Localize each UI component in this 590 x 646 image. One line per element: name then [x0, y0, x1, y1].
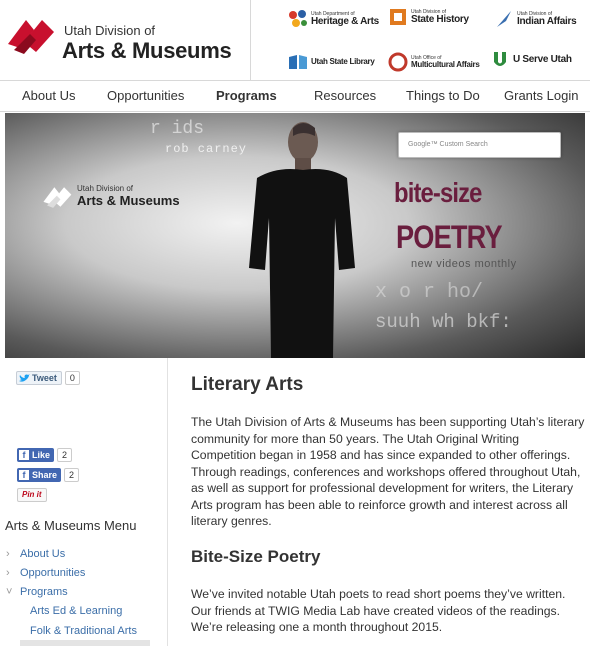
- site-logo[interactable]: Utah Division of Arts & Museums: [4, 10, 248, 70]
- site-header: Utah Division of Arts & Museums Utah Dep…: [0, 0, 590, 80]
- nav-opportunities[interactable]: Opportunities: [107, 88, 184, 103]
- facebook-icon: f: [19, 450, 29, 460]
- poet-silhouette: [249, 122, 355, 358]
- intro-paragraph: The Utah Division of Arts & Museums has …: [191, 415, 585, 528]
- sidebar-item-about-us[interactable]: › About Us: [6, 548, 65, 560]
- banner-tagline: new videos monthly: [411, 258, 517, 270]
- partner-userve-link[interactable]: U Serve Utah: [490, 49, 572, 71]
- chevron-right-icon: ›: [6, 567, 10, 579]
- partner-state-history-link[interactable]: Utah Division of State History: [388, 6, 469, 28]
- facebook-like-widget: f Like 2: [17, 448, 73, 462]
- poet-name: rob carney: [165, 142, 248, 156]
- facebook-share-widget: f Share 2: [17, 468, 80, 482]
- chevron-down-icon: ˅: [6, 586, 13, 598]
- banner-logo-subtitle: Utah Division of: [77, 184, 134, 193]
- decorative-letters: suuh wh bkf:: [375, 311, 512, 333]
- decorative-letters: x o r ho/: [375, 281, 484, 304]
- main-nav: About Us Opportunities Programs Resource…: [0, 80, 590, 112]
- sidebar-item-programs[interactable]: ˅ Programs: [6, 586, 68, 598]
- partner-name: State History: [411, 13, 469, 25]
- nav-resources[interactable]: Resources: [314, 88, 376, 103]
- state-history-icon: [390, 9, 406, 25]
- partner-name: Multicultural Affairs: [411, 59, 480, 69]
- banner-logo-mark-icon: [43, 187, 72, 208]
- heritage-arts-icon: [289, 10, 307, 27]
- partner-name: Indian Affairs: [517, 15, 577, 27]
- partner-name: Utah State Library: [311, 57, 375, 66]
- left-sidebar: Tweet 0 f Like 2 f Share 2 Pin it Arts & M…: [0, 358, 168, 646]
- like-label: Like: [32, 450, 51, 460]
- nav-programs[interactable]: Programs: [216, 88, 277, 103]
- search-placeholder: Google™ Custom Search: [408, 141, 488, 148]
- share-label: Share: [32, 470, 58, 480]
- active-item-highlight: [20, 640, 150, 646]
- sidebar-item-label: Opportunities: [20, 567, 86, 579]
- nav-grants-login[interactable]: Grants Login: [504, 88, 578, 103]
- book-icon: [289, 55, 307, 69]
- logo-title: Arts & Museums: [62, 38, 232, 63]
- nav-things-to-do[interactable]: Things to Do: [406, 88, 480, 103]
- feather-icon: [497, 11, 511, 27]
- tweet-count: 0: [64, 371, 80, 385]
- banner-title-line2: POETRY: [396, 219, 503, 255]
- partner-state-library-link[interactable]: Utah State Library: [288, 51, 375, 73]
- multicultural-icon: [388, 52, 408, 72]
- tweet-label: Tweet: [32, 373, 57, 383]
- banner-logo-title: Arts & Museums: [77, 193, 180, 208]
- twitter-bird-icon: [19, 373, 30, 382]
- sidebar-menu-title: Arts & Museums Menu: [5, 518, 137, 533]
- section-paragraph: We’ve invited notable Utah poets to read…: [191, 587, 566, 634]
- logo-subtitle: Utah Division of: [64, 23, 156, 38]
- banner-title-line1: bite-size: [394, 177, 482, 208]
- partner-multicultural-link[interactable]: Utah Office of Multicultural Affairs: [388, 51, 480, 73]
- partner-indian-affairs-link[interactable]: Utah Division of Indian Affairs: [494, 8, 577, 30]
- logo-mark-icon: [8, 20, 54, 54]
- partner-name: U Serve Utah: [513, 54, 572, 65]
- partner-name: Heritage & Arts: [311, 15, 379, 27]
- nav-about-us[interactable]: About Us: [22, 88, 75, 103]
- userve-icon: [494, 52, 506, 66]
- sidebar-subitem-arts-ed[interactable]: Arts Ed & Learning: [30, 605, 122, 617]
- facebook-icon: f: [19, 470, 29, 480]
- tweet-button[interactable]: Tweet: [16, 371, 62, 385]
- custom-search-input[interactable]: Google™ Custom Search: [398, 132, 561, 158]
- sidebar-item-opportunities[interactable]: › Opportunities: [6, 567, 85, 579]
- page-title: Literary Arts: [191, 374, 304, 395]
- hero-banner[interactable]: r ids x o r ho/ suuh wh bkf: rob carney …: [5, 113, 585, 358]
- pinterest-pin-button[interactable]: Pin it: [17, 488, 47, 502]
- partner-heritage-arts-link[interactable]: Utah Department of Heritage & Arts: [288, 8, 379, 30]
- sidebar-item-label: Programs: [20, 586, 68, 598]
- tweet-widget: Tweet 0: [16, 371, 80, 385]
- header-divider: [250, 0, 251, 80]
- section-heading: Bite-Size Poetry: [191, 547, 321, 566]
- main-content: Literary Arts The Utah Division of Arts …: [191, 358, 586, 646]
- decorative-letters: r ids: [150, 119, 205, 139]
- facebook-like-button[interactable]: f Like: [17, 448, 55, 462]
- sidebar-subitem-folk-arts[interactable]: Folk & Traditional Arts: [30, 625, 137, 637]
- share-count: 2: [64, 468, 80, 482]
- facebook-share-button[interactable]: f Share: [17, 468, 62, 482]
- sidebar-item-label: About Us: [20, 548, 66, 560]
- chevron-right-icon: ›: [6, 548, 10, 560]
- like-count: 2: [57, 448, 73, 462]
